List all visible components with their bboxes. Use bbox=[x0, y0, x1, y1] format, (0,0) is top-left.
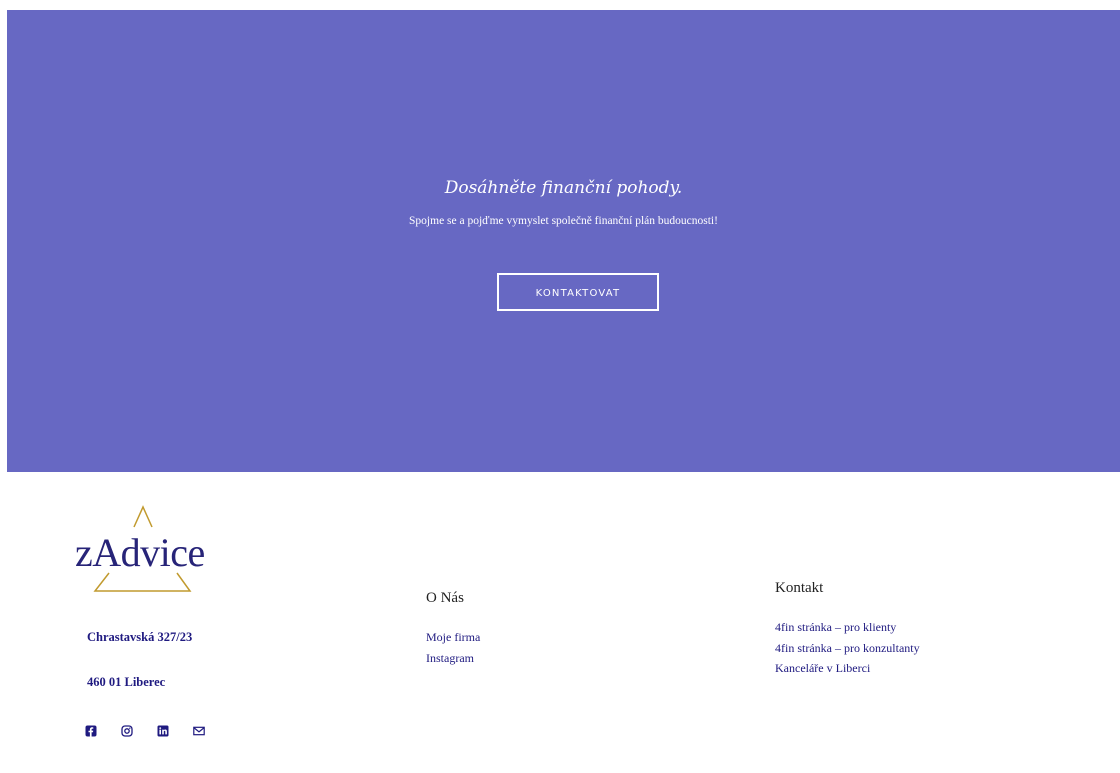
list-item: Instagram bbox=[426, 648, 480, 669]
address-city: 460 01 Liberec bbox=[87, 675, 166, 689]
social-links bbox=[85, 724, 205, 737]
kontakt-heading: Kontakt bbox=[775, 580, 824, 596]
list-item: Moje firma bbox=[426, 627, 480, 648]
hero-banner: Dosáhněte finanční pohody. Spojme se a p… bbox=[7, 10, 1120, 472]
logo-text: zAdvice bbox=[75, 530, 205, 575]
list-item: 4fin stránka – pro konzultanty bbox=[775, 638, 920, 659]
mail-icon[interactable] bbox=[193, 724, 205, 736]
hero-subtitle: Spojme se a pojďme vymyslet společně fin… bbox=[409, 215, 718, 227]
link-instagram[interactable]: Instagram bbox=[426, 651, 474, 665]
link-4fin-konzultanty[interactable]: 4fin stránka – pro konzultanty bbox=[775, 641, 920, 655]
kontakt-links: 4fin stránka – pro klienty 4fin stránka … bbox=[775, 617, 920, 679]
link-4fin-klienty[interactable]: 4fin stránka – pro klienty bbox=[775, 620, 896, 634]
onas-heading: O Nás bbox=[426, 590, 464, 606]
link-moje-firma[interactable]: Moje firma bbox=[426, 630, 480, 644]
hero-title: Dosáhněte finanční pohody. bbox=[444, 178, 683, 198]
link-kancelare[interactable]: Kanceláře v Liberci bbox=[775, 661, 870, 675]
logo[interactable]: zAdvice bbox=[72, 505, 217, 595]
onas-links: Moje firma Instagram bbox=[426, 627, 480, 668]
instagram-icon[interactable] bbox=[121, 724, 133, 737]
address-street: Chrastavská 327/23 bbox=[87, 630, 193, 644]
linkedin-icon[interactable] bbox=[157, 724, 169, 737]
list-item: 4fin stránka – pro klienty bbox=[775, 617, 920, 638]
contact-button[interactable]: KONTAKTOVAT bbox=[497, 273, 659, 311]
footer: zAdvice Chrastavská 327/23 460 01 Libere… bbox=[0, 472, 1120, 773]
facebook-icon[interactable] bbox=[85, 724, 97, 737]
list-item: Kanceláře v Liberci bbox=[775, 658, 920, 679]
